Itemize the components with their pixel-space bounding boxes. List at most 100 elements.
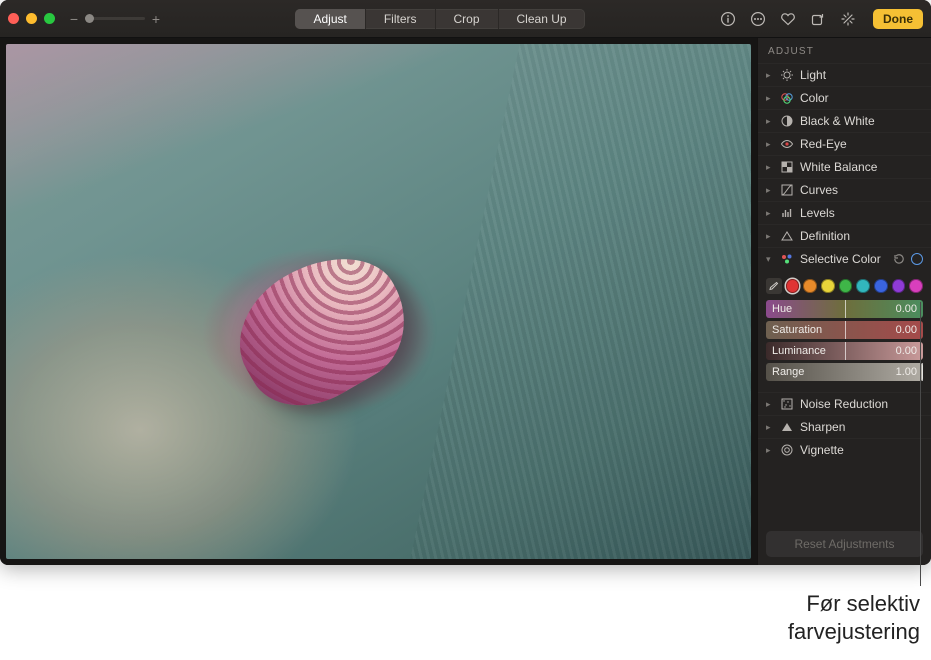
section-label: Vignette: [800, 443, 923, 457]
slider-label: Luminance: [772, 345, 896, 357]
zoom-window-button[interactable]: [44, 13, 55, 24]
adjust-section-bw[interactable]: ▸ Black & White: [758, 109, 931, 132]
chevron-right-icon: ▸: [766, 70, 774, 81]
reset-adjustments-button[interactable]: Reset Adjustments: [766, 531, 923, 557]
section-label: Color: [800, 91, 923, 105]
swatch-blue[interactable]: [874, 279, 888, 293]
noise-icon: [780, 397, 794, 411]
hue-slider[interactable]: Hue 0.00: [766, 300, 923, 318]
chevron-right-icon: ▸: [766, 93, 774, 104]
adjust-section-light[interactable]: ▸ Light: [758, 63, 931, 86]
adjust-section-redeye[interactable]: ▸ Red-Eye: [758, 132, 931, 155]
tab-filters[interactable]: Filters: [366, 9, 436, 29]
selective-color-icon: [780, 252, 794, 266]
adjust-section-color[interactable]: ▸ Color: [758, 86, 931, 109]
color-icon: [780, 91, 794, 105]
favorite-icon[interactable]: [779, 10, 797, 28]
toolbar-actions: Done: [719, 9, 923, 29]
adjust-section-sharpen[interactable]: ▸ Sharpen: [758, 415, 931, 438]
chevron-right-icon: ▸: [766, 139, 774, 150]
slider-value: 0.00: [896, 303, 917, 315]
luminance-slider[interactable]: Luminance 0.00: [766, 342, 923, 360]
done-button[interactable]: Done: [873, 9, 923, 29]
section-label: Red-Eye: [800, 137, 923, 151]
slider-value: 0.00: [896, 324, 917, 336]
chevron-right-icon: ▸: [766, 208, 774, 219]
window-controls: [8, 13, 55, 24]
whitebalance-icon: [780, 160, 794, 174]
sharpen-icon: [780, 420, 794, 434]
callout-line: [920, 302, 921, 586]
swatch-purple[interactable]: [892, 279, 906, 293]
chevron-right-icon: ▸: [766, 231, 774, 242]
range-slider[interactable]: Range 1.00: [766, 363, 923, 381]
close-window-button[interactable]: [8, 13, 19, 24]
section-label: White Balance: [800, 160, 923, 174]
section-label: Selective Color: [800, 252, 887, 266]
info-icon[interactable]: [719, 10, 737, 28]
chevron-right-icon: ▸: [766, 399, 774, 410]
eyedropper-button[interactable]: [766, 278, 782, 294]
reset-section-icon[interactable]: [893, 253, 905, 265]
edit-mode-tabs: Adjust Filters Crop Clean Up: [295, 9, 584, 29]
chevron-down-icon: ▾: [766, 254, 774, 265]
minimize-window-button[interactable]: [26, 13, 37, 24]
adjust-section-levels[interactable]: ▸ Levels: [758, 201, 931, 224]
triangle-icon: [780, 229, 794, 243]
adjust-section-selective-color[interactable]: ▾ Selective Color: [758, 247, 931, 270]
section-label: Light: [800, 68, 923, 82]
zoom-out-icon: −: [69, 11, 79, 27]
toggle-section-icon[interactable]: [911, 253, 923, 265]
swatch-red[interactable]: [786, 279, 800, 293]
adjust-section-definition[interactable]: ▸ Definition: [758, 224, 931, 247]
zoom-slider[interactable]: − +: [69, 11, 161, 27]
edited-photo: [6, 44, 751, 559]
tab-cleanup[interactable]: Clean Up: [499, 9, 585, 29]
eye-icon: [780, 137, 794, 151]
slider-value: 1.00: [896, 366, 917, 378]
curves-icon: [780, 183, 794, 197]
chevron-right-icon: ▸: [766, 116, 774, 127]
swatch-green[interactable]: [839, 279, 853, 293]
color-swatches: [766, 278, 923, 294]
adjust-section-noise[interactable]: ▸ Noise Reduction: [758, 392, 931, 415]
chevron-right-icon: ▸: [766, 185, 774, 196]
tab-adjust[interactable]: Adjust: [295, 9, 365, 29]
slider-value: 0.00: [896, 345, 917, 357]
adjust-section-vignette[interactable]: ▸ Vignette: [758, 438, 931, 461]
more-icon[interactable]: [749, 10, 767, 28]
section-label: Black & White: [800, 114, 923, 128]
rotate-icon[interactable]: [809, 10, 827, 28]
saturation-slider[interactable]: Saturation 0.00: [766, 321, 923, 339]
section-label: Definition: [800, 229, 923, 243]
chevron-right-icon: ▸: [766, 445, 774, 456]
image-canvas[interactable]: [0, 38, 757, 565]
slider-label: Saturation: [772, 324, 896, 336]
adjust-section-whitebalance[interactable]: ▸ White Balance: [758, 155, 931, 178]
slider-label: Range: [772, 366, 896, 378]
slider-label: Hue: [772, 303, 896, 315]
toolbar: − + Adjust Filters Crop Clean Up: [0, 0, 931, 38]
levels-icon: [780, 206, 794, 220]
vignette-icon: [780, 443, 794, 457]
light-icon: [780, 68, 794, 82]
chevron-right-icon: ▸: [766, 422, 774, 433]
auto-enhance-icon[interactable]: [839, 10, 857, 28]
swatch-orange[interactable]: [803, 279, 817, 293]
section-label: Curves: [800, 183, 923, 197]
panel-title: ADJUST: [758, 38, 931, 63]
section-label: Noise Reduction: [800, 397, 923, 411]
selective-color-controls: Hue 0.00 Saturation 0.00 Luminance 0.00 …: [758, 270, 931, 392]
photos-edit-window: − + Adjust Filters Crop Clean Up: [0, 0, 931, 565]
adjust-section-curves[interactable]: ▸ Curves: [758, 178, 931, 201]
chevron-right-icon: ▸: [766, 162, 774, 173]
callout-text: Før selektiv farvejustering: [720, 590, 920, 645]
swatch-magenta[interactable]: [909, 279, 923, 293]
halfcircle-icon: [780, 114, 794, 128]
main-area: ADJUST ▸ Light ▸ Color ▸: [0, 38, 931, 565]
tab-crop[interactable]: Crop: [436, 9, 499, 29]
swatch-cyan[interactable]: [856, 279, 870, 293]
swatch-yellow[interactable]: [821, 279, 835, 293]
zoom-in-icon: +: [151, 11, 161, 27]
section-label: Levels: [800, 206, 923, 220]
